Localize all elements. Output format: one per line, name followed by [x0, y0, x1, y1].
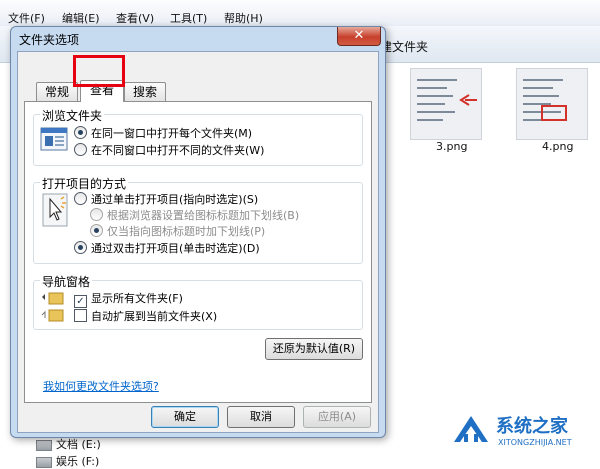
menu-view[interactable]: 查看(V): [116, 10, 154, 26]
checkbox-show-all-folders[interactable]: ✓ 显示所有文件夹(F): [74, 290, 183, 308]
close-button[interactable]: ✕: [337, 27, 381, 46]
radio-button[interactable]: [90, 224, 103, 237]
checkbox-auto-expand[interactable]: 自动扩展到当前文件夹(X): [74, 308, 217, 324]
drive-icon: [36, 439, 52, 451]
click-group-title: 打开项目的方式: [40, 175, 129, 192]
tab-highlight-box: [73, 55, 125, 87]
radio-double-click[interactable]: 通过双击打开项目(单击时选定)(D): [74, 240, 260, 256]
drive-icon: [36, 456, 52, 468]
cancel-button[interactable]: 取消: [227, 406, 295, 428]
help-link[interactable]: 我如何更改文件夹选项?: [43, 378, 159, 394]
click-items-group: 打开项目的方式 通过单击打开项目(指向时选定)(S) 根据浏览器设置给图标标题加…: [33, 175, 363, 264]
file-name-4: 4.png: [542, 140, 574, 153]
file-thumbnail-4[interactable]: [516, 68, 588, 140]
nav-group-title: 导航窗格: [40, 273, 93, 290]
tab-panel: 浏览文件夹 在同一窗口中打开每个文件夹(M) 在不同窗口中打开不同的文件夹(W)…: [24, 101, 372, 403]
radio-same-window[interactable]: 在同一窗口中打开每个文件夹(M): [74, 125, 252, 141]
brand-name: 系统之家: [496, 416, 568, 437]
radio-button[interactable]: [74, 192, 87, 205]
radio-button[interactable]: [90, 208, 103, 221]
menu-bar: 文件(F) 编辑(E) 查看(V) 工具(T) 帮助(H): [0, 0, 600, 27]
brand-logo-icon: [454, 416, 488, 442]
folder-options-dialog: 文件夹选项 ✕ 常规 查看 搜索 浏览文件夹 在同一窗口中打开每个文件夹(M) …: [10, 26, 386, 438]
dialog-client: 常规 查看 搜索 浏览文件夹 在同一窗口中打开每个文件夹(M) 在不同窗口中打开…: [17, 51, 379, 433]
menu-file[interactable]: 文件(F): [8, 10, 45, 26]
folder-tree-icon: [41, 292, 64, 322]
radio-underline-point[interactable]: 仅当指向图标标题时加下划线(P): [90, 223, 265, 239]
new-folder-button[interactable]: 建文件夹: [380, 38, 428, 55]
highlight-box-icon: [541, 105, 567, 121]
pointer-icon: [42, 193, 68, 227]
browse-group-title: 浏览文件夹: [40, 107, 105, 124]
menu-tools[interactable]: 工具(T): [170, 10, 207, 26]
tab-search[interactable]: 搜索: [124, 82, 166, 101]
watermark: 系统之家 XITONGZHIJIA.NET: [446, 406, 596, 458]
nav-drive-f[interactable]: 娱乐 (F:): [36, 453, 99, 469]
radio-single-click[interactable]: 通过单击打开项目(指向时选定)(S): [74, 191, 258, 207]
dialog-title: 文件夹选项: [19, 33, 80, 47]
arrow-icon: [459, 94, 477, 106]
radio-underline-browser[interactable]: 根据浏览器设置给图标标题加下划线(B): [90, 207, 299, 223]
browse-folders-group: 浏览文件夹 在同一窗口中打开每个文件夹(M) 在不同窗口中打开不同的文件夹(W): [33, 107, 363, 166]
file-thumbnail-3[interactable]: [410, 68, 482, 140]
nav-pane-group: 导航窗格 ✓ 显示所有文件夹(F) 自动扩展到当前文件夹(X): [33, 273, 363, 330]
radio-button[interactable]: [74, 126, 87, 139]
radio-button[interactable]: [74, 143, 87, 156]
nav-drive-e[interactable]: 文档 (E:): [36, 436, 101, 452]
window-icon: [40, 127, 68, 151]
restore-defaults-button[interactable]: 还原为默认值(R): [265, 338, 363, 360]
tab-general[interactable]: 常规: [36, 82, 78, 101]
menu-help[interactable]: 帮助(H): [224, 10, 263, 26]
menu-edit[interactable]: 编辑(E): [62, 10, 100, 26]
radio-new-window[interactable]: 在不同窗口中打开不同的文件夹(W): [74, 142, 264, 158]
apply-button[interactable]: 应用(A): [303, 406, 371, 428]
ok-button[interactable]: 确定: [151, 406, 219, 428]
checkbox-checked[interactable]: ✓: [74, 295, 87, 308]
brand-url: XITONGZHIJIA.NET: [498, 438, 572, 447]
radio-button[interactable]: [74, 241, 87, 254]
checkbox[interactable]: [74, 309, 87, 322]
file-name-3: 3.png: [436, 140, 468, 153]
